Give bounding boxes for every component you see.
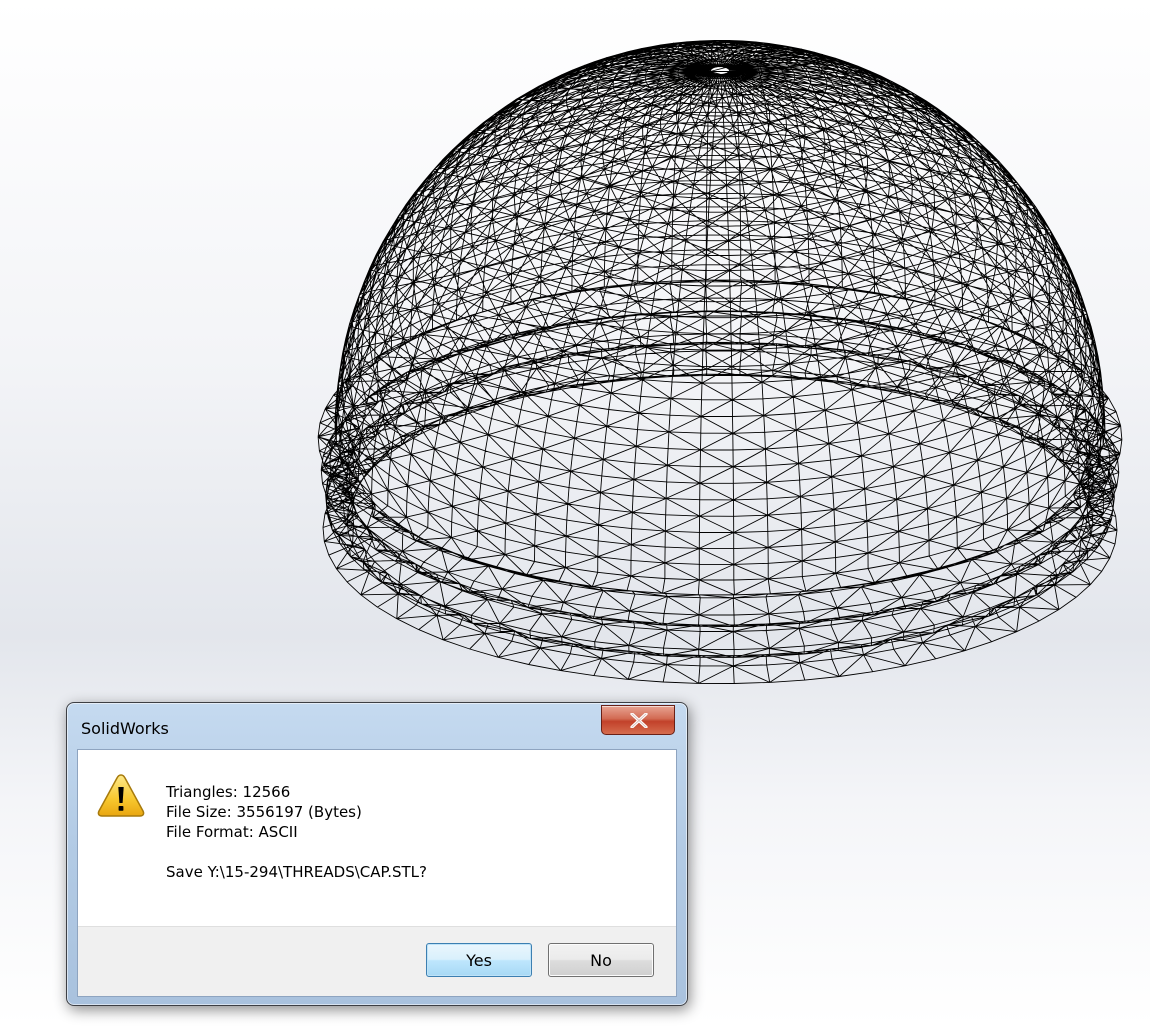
dialog-content: Triangles: 12566 File Size: 3556197 (Byt… <box>78 750 676 926</box>
close-button[interactable] <box>601 705 675 735</box>
dialog-titlebar[interactable]: SolidWorks <box>67 703 687 749</box>
no-button[interactable]: No <box>548 943 654 977</box>
dialog-message: Triangles: 12566 File Size: 3556197 (Byt… <box>166 782 427 882</box>
file-size-text: File Size: 3556197 (Bytes) <box>166 803 362 821</box>
warning-icon <box>97 774 145 817</box>
close-icon <box>630 713 648 728</box>
dialog-title: SolidWorks <box>81 719 169 738</box>
message-spacer <box>166 842 427 862</box>
save-stl-dialog: SolidWorks Triangles: 12566 File Size: 3… <box>66 702 688 1006</box>
file-format-text: File Format: ASCII <box>166 823 298 841</box>
wireframe-mesh <box>317 39 1123 684</box>
dialog-client-area: Triangles: 12566 File Size: 3556197 (Byt… <box>77 749 677 997</box>
dialog-button-bar: Yes No <box>78 926 676 996</box>
yes-button[interactable]: Yes <box>426 943 532 977</box>
triangles-text: Triangles: 12566 <box>166 783 291 801</box>
save-question-text: Save Y:\15-294\THREADS\CAP.STL? <box>166 863 427 881</box>
